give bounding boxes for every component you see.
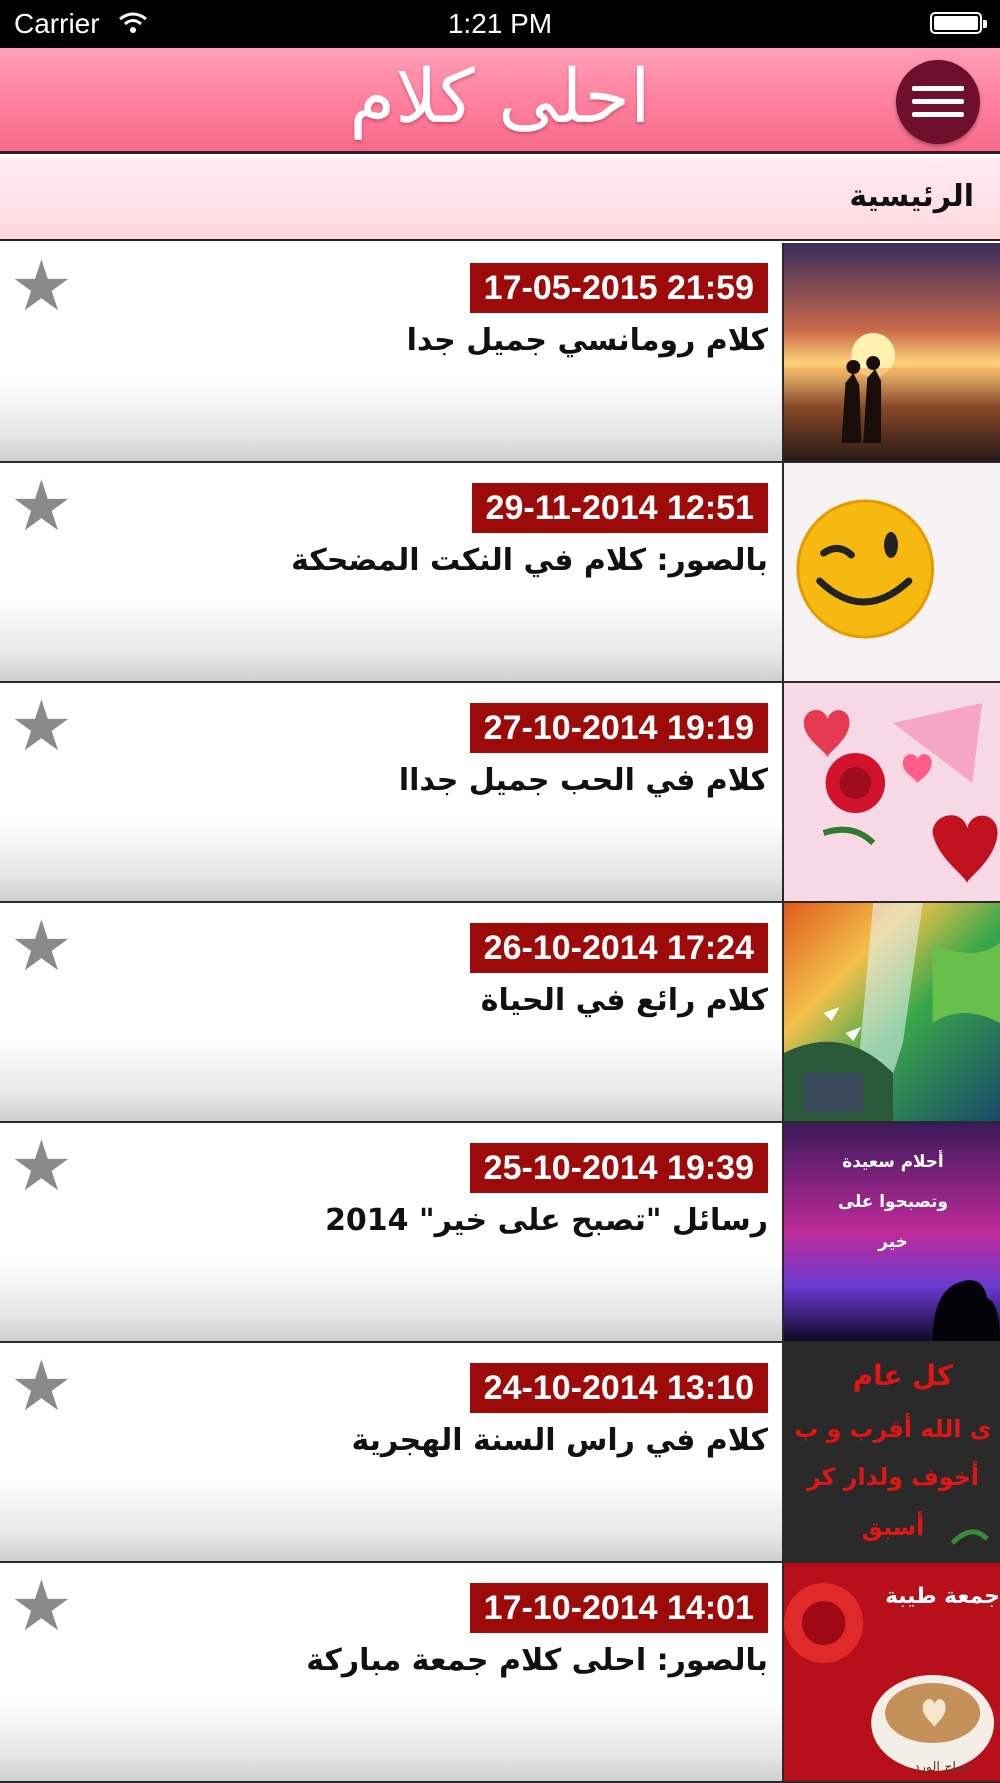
svg-text:جمعة طيبة: جمعة طيبة xyxy=(885,1584,1000,1609)
item-title: بالصور: كلام في النكت المضحكة xyxy=(291,543,768,578)
svg-text:أحلام سعيدة: أحلام سعيدة xyxy=(842,1150,943,1171)
item-title: كلام في راس السنة الهجرية xyxy=(351,1423,768,1458)
date-badge: 17-05-2015 21:59 xyxy=(469,263,768,313)
date-badge: 27-10-2014 19:19 xyxy=(469,703,768,753)
star-icon[interactable]: ★ xyxy=(10,1351,73,1421)
app-title: احلى كلام xyxy=(349,54,651,140)
list-item[interactable]: ★ 24-10-2014 13:10 كلام في راس السنة اله… xyxy=(0,1343,1000,1563)
thumbnail-coffee-rose: جمعة طيبة صباح الورد xyxy=(782,1563,1000,1781)
svg-text:أسبق: أسبق xyxy=(862,1510,925,1541)
breadcrumb: الرئيسية xyxy=(0,157,1000,241)
svg-text:صباح الورد: صباح الورد xyxy=(914,1760,971,1775)
thumbnail-fantasy-landscape xyxy=(782,903,1000,1121)
thumbnail-hearts-rose xyxy=(782,683,1000,901)
star-icon[interactable]: ★ xyxy=(10,911,73,981)
list-item[interactable]: ★ 27-10-2014 19:19 كلام في الحب جميل جدا… xyxy=(0,683,1000,903)
list-item[interactable]: ★ 29-11-2014 12:51 بالصور: كلام في النكت… xyxy=(0,463,1000,683)
date-badge: 26-10-2014 17:24 xyxy=(469,923,768,973)
battery-icon xyxy=(930,12,987,34)
status-bar: Carrier 1:21 PM xyxy=(0,0,1000,48)
svg-text:كل عام: كل عام xyxy=(853,1359,954,1392)
svg-text:ى الله أقرب و ب: ى الله أقرب و ب xyxy=(794,1412,991,1443)
list-item[interactable]: ★ 26-10-2014 17:24 كلام رائع في الحياة xyxy=(0,903,1000,1123)
star-icon[interactable]: ★ xyxy=(10,1571,73,1641)
list-item[interactable]: ★ 25-10-2014 19:39 رسائل "تصبح على خير" … xyxy=(0,1123,1000,1343)
nav-bar: احلى كلام xyxy=(0,48,1000,154)
star-icon[interactable]: ★ xyxy=(10,691,73,761)
thumbnail-night-sky: أحلام سعيدة وتصبحوا على خير xyxy=(782,1123,1000,1341)
article-list: ★ 17-05-2015 21:59 كلام رومانسي جميل جدا xyxy=(0,243,1000,1783)
date-badge: 24-10-2014 13:10 xyxy=(469,1363,768,1413)
svg-text:وتصبحوا على: وتصبحوا على xyxy=(838,1191,948,1212)
item-title: كلام رومانسي جميل جدا xyxy=(406,323,768,358)
svg-text:أخوف ولدار كر: أخوف ولدار كر xyxy=(806,1460,979,1491)
list-item[interactable]: ★ 17-05-2015 21:59 كلام رومانسي جميل جدا xyxy=(0,243,1000,463)
date-badge: 25-10-2014 19:39 xyxy=(469,1143,768,1193)
svg-text:خير: خير xyxy=(877,1231,907,1252)
star-icon[interactable]: ★ xyxy=(10,471,73,541)
item-title: كلام في الحب جميل جداا xyxy=(398,763,768,798)
date-badge: 29-11-2014 12:51 xyxy=(471,483,768,533)
item-title: رسائل "تصبح على خير" 2014 xyxy=(325,1203,768,1238)
breadcrumb-home[interactable]: الرئيسية xyxy=(849,179,974,214)
date-badge: 17-10-2014 14:01 xyxy=(469,1583,768,1633)
item-title: بالصور: احلى كلام جمعة مباركة xyxy=(306,1643,768,1678)
item-title: كلام رائع في الحياة xyxy=(480,983,768,1018)
star-icon[interactable]: ★ xyxy=(10,251,73,321)
thumbnail-winking-smiley xyxy=(782,463,1000,681)
thumbnail-sunset-couple xyxy=(782,243,1000,461)
star-icon[interactable]: ★ xyxy=(10,1131,73,1201)
status-time: 1:21 PM xyxy=(447,8,553,39)
list-item[interactable]: ★ 17-10-2014 14:01 بالصور: احلى كلام جمع… xyxy=(0,1563,1000,1783)
menu-button[interactable] xyxy=(896,60,980,144)
thumbnail-new-year: كل عام ى الله أقرب و ب أخوف ولدار كر أسب… xyxy=(782,1343,1000,1561)
